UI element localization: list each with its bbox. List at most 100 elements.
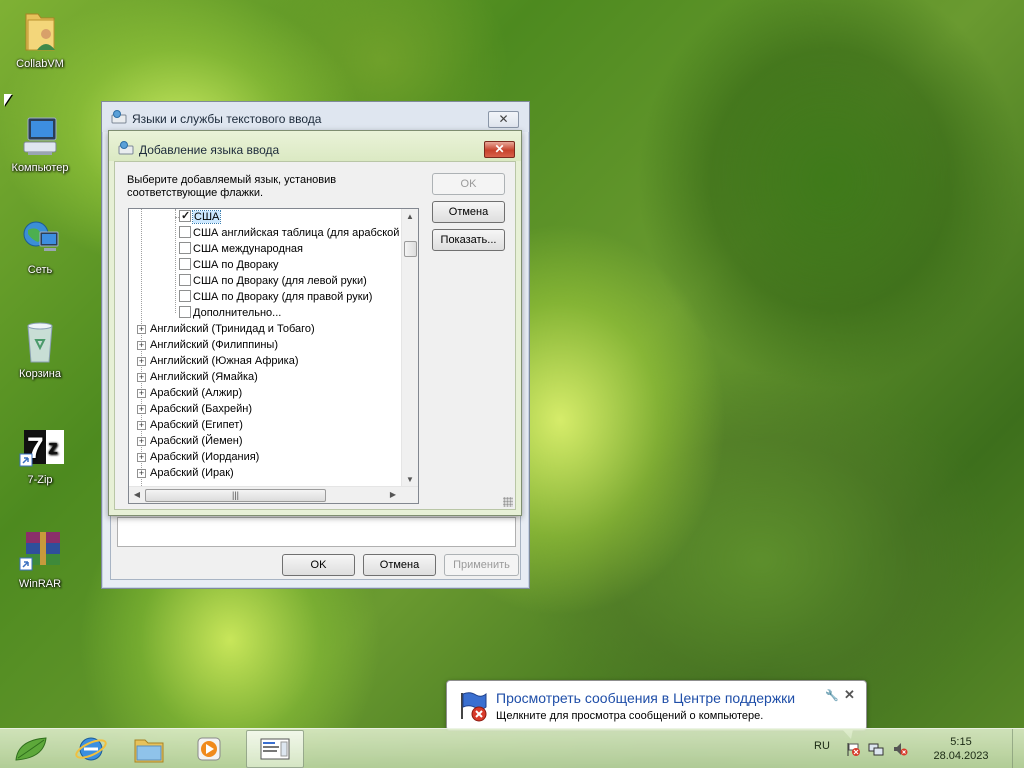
tree-item-label: США по Двораку (для левой руки) [193, 275, 367, 287]
scroll-up-arrow-icon[interactable]: ▲ [402, 209, 418, 225]
tree-language-item[interactable]: + Арабский (Египет) [137, 417, 243, 433]
tree-checkbox-item[interactable]: США международная [179, 241, 303, 257]
desktop-icon-label: 7-Zip [27, 474, 53, 486]
desktop-icon-collabvm[interactable]: CollabVM [6, 8, 74, 70]
scroll-thumb[interactable]: ||| [145, 489, 326, 502]
tree-language-item[interactable]: + Английский (Южная Африка) [137, 353, 299, 369]
start-button[interactable] [4, 730, 62, 768]
checkbox[interactable] [179, 274, 191, 286]
media-player-button[interactable] [180, 730, 238, 768]
expand-plus-icon[interactable]: + [137, 357, 146, 366]
explorer-folder-icon [134, 739, 164, 763]
inner-titlebar[interactable]: Добавление языка ввода ✕ [109, 131, 521, 161]
scroll-right-arrow-icon[interactable]: ▶ [385, 487, 401, 503]
tree-checkbox-item[interactable]: США по Двораку [179, 257, 279, 273]
desktop-icon-network[interactable]: Сеть [6, 214, 74, 276]
expand-plus-icon[interactable]: + [137, 325, 146, 334]
language-settings-taskbar-button[interactable] [246, 730, 304, 768]
outer-ok-button[interactable]: OK [282, 554, 355, 576]
tree-item-label: Английский (Ямайка) [150, 371, 258, 383]
tree-item-label: Арабский (Бахрейн) [150, 403, 253, 415]
action-center-flag-icon [456, 689, 490, 723]
expand-plus-icon[interactable]: + [137, 469, 146, 478]
desktop-icon-computer[interactable]: Компьютер [6, 112, 74, 174]
desktop-icon-recycle-bin[interactable]: Корзина [6, 318, 74, 380]
outer-apply-button[interactable]: Применить [444, 554, 519, 576]
tree-language-item[interactable]: + Арабский (Ирак) [137, 465, 234, 481]
dialog-ok-button[interactable]: OK [432, 173, 505, 195]
show-desktop-button[interactable] [1012, 729, 1024, 768]
outer-panel-area [117, 517, 516, 547]
checkbox[interactable] [179, 242, 191, 254]
internet-explorer-icon [75, 737, 107, 761]
tree-language-item[interactable]: + Английский (Филиппины) [137, 337, 278, 353]
desktop-icon-label: WinRAR [18, 578, 62, 590]
tree-language-item[interactable]: + Английский (Тринидад и Тобаго) [137, 321, 315, 337]
outer-cancel-button[interactable]: Отмена [363, 554, 436, 576]
volume-muted-tray-icon[interactable] [892, 741, 908, 757]
explorer-button[interactable] [120, 730, 178, 768]
inner-dialog-title: Добавление языка ввода [139, 143, 280, 157]
expand-plus-icon[interactable]: + [137, 341, 146, 350]
folder-user-icon [16, 8, 64, 56]
expand-plus-icon[interactable]: + [137, 437, 146, 446]
taskbar-clock[interactable]: 5:15 28.04.2023 [926, 735, 996, 763]
tree-language-item[interactable]: + Арабский (Бахрейн) [137, 401, 252, 417]
resize-grip-icon[interactable] [503, 497, 513, 507]
svg-text:z: z [48, 437, 58, 459]
expand-plus-icon[interactable]: + [137, 405, 146, 414]
tree-checkbox-item[interactable]: Дополнительно... [179, 305, 281, 321]
tree-item-label: Арабский (Йемен) [150, 435, 243, 447]
expand-plus-icon[interactable]: + [137, 453, 146, 462]
tree-horizontal-scrollbar[interactable]: ◀ ||| ▶ [129, 486, 418, 503]
wrench-icon[interactable]: 🔧 [825, 689, 839, 702]
desktop-icon-label: Сеть [27, 264, 53, 276]
expand-plus-icon[interactable]: + [137, 373, 146, 382]
tree-checkbox-item[interactable]: США по Двораку (для правой руки) [179, 289, 372, 305]
checkbox[interactable] [179, 258, 191, 270]
tree-language-item[interactable]: + Английский (Ямайка) [137, 369, 258, 385]
language-tree[interactable]: США США английская таблица (для арабской… [128, 208, 419, 504]
expand-plus-icon[interactable]: + [137, 389, 146, 398]
tree-language-item[interactable]: + Арабский (Алжир) [137, 385, 242, 401]
computer-icon [16, 112, 64, 160]
expand-plus-icon[interactable]: + [137, 421, 146, 430]
scroll-thumb[interactable] [404, 241, 417, 257]
tree-language-item[interactable]: + Арабский (Йемен) [137, 433, 243, 449]
outer-titlebar[interactable]: Языки и службы текстового ввода ✕ [102, 102, 529, 132]
tree-checkbox-item[interactable]: США английская таблица (для арабской кла… [179, 225, 418, 241]
desktop-icon-label: Корзина [19, 368, 61, 380]
desktop-icon-7zip[interactable]: 7 z 7-Zip [6, 424, 74, 486]
tree-vertical-scrollbar[interactable]: ▲ ▼ [401, 209, 418, 488]
dialog-cancel-button[interactable]: Отмена [432, 201, 505, 223]
checkbox[interactable] [179, 306, 191, 318]
dialog-show-button[interactable]: Показать... [432, 229, 505, 251]
tree-checkbox-item[interactable]: США [175, 209, 222, 225]
inner-close-button[interactable]: ✕ [484, 141, 515, 158]
outer-close-button[interactable]: ✕ [488, 111, 519, 128]
scroll-left-arrow-icon[interactable]: ◀ [129, 487, 145, 503]
desktop-icon-winrar[interactable]: WinRAR [6, 528, 74, 590]
checkbox[interactable] [179, 290, 191, 302]
clock-time: 5:15 [950, 736, 972, 748]
network-tray-icon[interactable] [868, 741, 884, 757]
keyboard-globe-icon [118, 141, 134, 155]
notification-title[interactable]: Просмотреть сообщения в Центре поддержки [496, 690, 795, 706]
winrar-icon [16, 528, 64, 576]
start-leaf-icon [15, 737, 47, 761]
network-icon [16, 214, 64, 262]
action-center-notification[interactable]: Просмотреть сообщения в Центре поддержки… [446, 680, 867, 731]
tree-checkbox-item[interactable]: США по Двораку (для левой руки) [179, 273, 367, 289]
tree-item-label: Арабский (Египет) [150, 419, 243, 431]
notification-close-icon[interactable]: ✕ [844, 687, 855, 703]
internet-explorer-button[interactable] [62, 730, 120, 768]
mouse-cursor-icon [4, 94, 12, 106]
action-center-tray-icon[interactable] [845, 741, 861, 757]
language-indicator[interactable]: RU [814, 740, 830, 752]
checkbox[interactable] [179, 226, 191, 238]
add-input-language-dialog: Добавление языка ввода ✕ Выберите добавл… [108, 130, 522, 516]
tree-language-item[interactable]: + Арабский (Иордания) [137, 449, 259, 465]
keyboard-globe-icon [111, 110, 127, 124]
recycle-bin-icon [16, 318, 64, 366]
checkbox[interactable] [179, 209, 191, 224]
